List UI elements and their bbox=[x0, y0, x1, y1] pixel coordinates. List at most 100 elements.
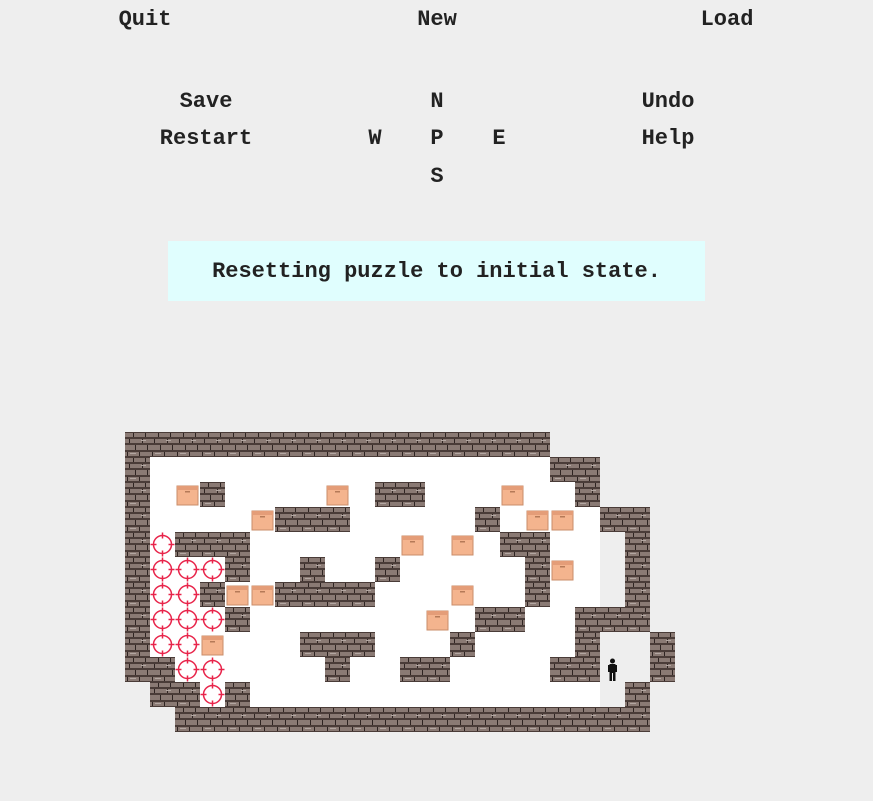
target-marker bbox=[150, 607, 175, 632]
wall-tile bbox=[275, 432, 300, 457]
wall-tile bbox=[200, 582, 225, 607]
crate bbox=[551, 510, 574, 531]
wall-tile bbox=[325, 432, 350, 457]
wall-tile bbox=[450, 707, 475, 732]
wall-tile bbox=[575, 457, 600, 482]
wall-tile bbox=[450, 632, 475, 657]
crate bbox=[176, 485, 199, 506]
wall-tile bbox=[250, 707, 275, 732]
wall-tile bbox=[500, 707, 525, 732]
crate bbox=[426, 610, 449, 631]
player-center-label: P bbox=[430, 126, 444, 151]
wall-tile bbox=[125, 657, 150, 682]
target-marker bbox=[200, 557, 225, 582]
target-marker bbox=[200, 657, 225, 682]
wall-tile bbox=[325, 507, 350, 532]
wall-tile bbox=[350, 582, 375, 607]
wall-tile bbox=[400, 482, 425, 507]
wall-tile bbox=[175, 432, 200, 457]
status-message: Resetting puzzle to initial state. bbox=[212, 258, 661, 284]
wall-tile bbox=[625, 507, 650, 532]
wall-tile bbox=[300, 557, 325, 582]
wall-tile bbox=[150, 682, 175, 707]
wall-tile bbox=[550, 457, 575, 482]
wall-tile bbox=[525, 582, 550, 607]
save-button[interactable]: Save bbox=[180, 90, 233, 114]
wall-tile bbox=[125, 532, 150, 557]
move-north-button[interactable]: N bbox=[430, 90, 443, 114]
wall-tile bbox=[475, 607, 500, 632]
target-marker bbox=[150, 557, 175, 582]
wall-tile bbox=[625, 557, 650, 582]
move-south-button[interactable]: S bbox=[430, 165, 443, 189]
wall-tile bbox=[125, 482, 150, 507]
wall-tile bbox=[550, 657, 575, 682]
wall-tile bbox=[450, 432, 475, 457]
wall-tile bbox=[325, 632, 350, 657]
wall-tile bbox=[575, 482, 600, 507]
wall-tile bbox=[200, 707, 225, 732]
target-marker bbox=[175, 557, 200, 582]
board-floor bbox=[150, 457, 600, 707]
wall-tile bbox=[400, 657, 425, 682]
wall-tile bbox=[500, 532, 525, 557]
wall-tile bbox=[400, 432, 425, 457]
wall-tile bbox=[350, 632, 375, 657]
wall-tile bbox=[475, 432, 500, 457]
wall-tile bbox=[125, 457, 150, 482]
wall-tile bbox=[200, 532, 225, 557]
wall-tile bbox=[300, 632, 325, 657]
status-message-box: Resetting puzzle to initial state. bbox=[168, 241, 705, 301]
wall-tile bbox=[375, 557, 400, 582]
wall-tile bbox=[525, 707, 550, 732]
wall-tile bbox=[125, 432, 150, 457]
help-button[interactable]: Help bbox=[642, 127, 695, 151]
wall-tile bbox=[225, 432, 250, 457]
crate bbox=[526, 510, 549, 531]
crate bbox=[451, 535, 474, 556]
wall-tile bbox=[125, 557, 150, 582]
target-marker bbox=[150, 632, 175, 657]
wall-tile bbox=[375, 482, 400, 507]
new-button[interactable]: New bbox=[417, 8, 457, 32]
crate bbox=[401, 535, 424, 556]
wall-tile bbox=[150, 432, 175, 457]
wall-tile bbox=[575, 632, 600, 657]
target-marker bbox=[150, 582, 175, 607]
wall-tile bbox=[575, 607, 600, 632]
crate bbox=[226, 585, 249, 606]
load-button[interactable]: Load bbox=[701, 8, 754, 32]
wall-tile bbox=[500, 432, 525, 457]
restart-button[interactable]: Restart bbox=[160, 127, 252, 151]
wall-tile bbox=[125, 607, 150, 632]
wall-tile bbox=[475, 707, 500, 732]
undo-button[interactable]: Undo bbox=[642, 90, 695, 114]
sokoban-board[interactable] bbox=[0, 0, 873, 801]
target-marker bbox=[175, 657, 200, 682]
target-marker bbox=[175, 632, 200, 657]
wall-tile bbox=[575, 707, 600, 732]
wall-tile bbox=[625, 532, 650, 557]
target-marker bbox=[200, 682, 225, 707]
move-west-button[interactable]: W bbox=[368, 127, 381, 151]
target-marker bbox=[200, 607, 225, 632]
wall-tile bbox=[200, 432, 225, 457]
wall-tile bbox=[175, 532, 200, 557]
move-east-button[interactable]: E bbox=[492, 127, 505, 151]
wall-tile bbox=[575, 657, 600, 682]
wall-tile bbox=[125, 582, 150, 607]
wall-tile bbox=[375, 432, 400, 457]
wall-tile bbox=[425, 707, 450, 732]
quit-button[interactable]: Quit bbox=[119, 8, 172, 32]
wall-tile bbox=[500, 607, 525, 632]
wall-tile bbox=[275, 707, 300, 732]
wall-tile bbox=[225, 557, 250, 582]
crate bbox=[251, 585, 274, 606]
wall-tile bbox=[175, 707, 200, 732]
crate bbox=[451, 585, 474, 606]
wall-tile bbox=[300, 582, 325, 607]
wall-tile bbox=[350, 707, 375, 732]
wall-tile bbox=[325, 657, 350, 682]
wall-tile bbox=[225, 607, 250, 632]
wall-tile bbox=[200, 482, 225, 507]
